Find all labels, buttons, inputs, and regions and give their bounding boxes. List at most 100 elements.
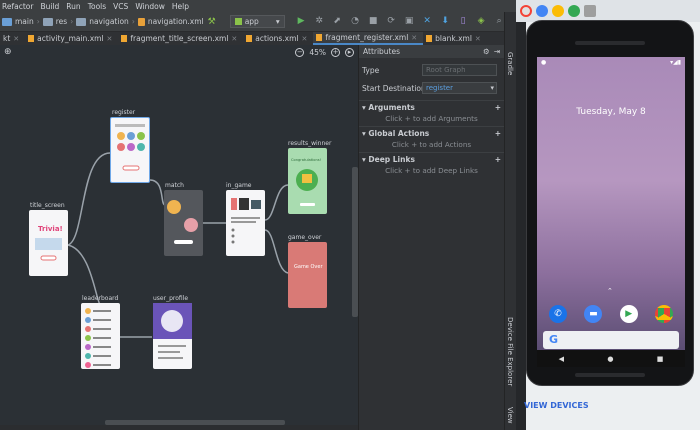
layout-inspector-icon[interactable]: ▣ [405,17,414,26]
emulator-screen[interactable]: ● ▾◢▮ Tuesday, May 8 ⌃ ✆ ▬ ▶ G ◀ ● ■ [537,57,685,367]
tab-blank[interactable]: blank.xml ✕ [423,32,487,45]
hammer-icon[interactable]: ⚒ [208,17,216,27]
destination-match[interactable] [164,190,203,256]
run-configuration-select[interactable]: app ▾ [229,15,285,28]
gradle-tool-button[interactable]: Gradle [506,52,514,75]
destination-title-screen[interactable]: Trivia! [29,210,68,276]
messages-app-icon[interactable]: ▬ [584,305,603,323]
type-field[interactable]: Root Graph [422,64,497,76]
play-store-icon[interactable]: ▶ [619,305,638,323]
chrome-app-icon[interactable] [654,305,673,323]
chevron-down-icon: ▾ [275,17,280,26]
breadcrumb-separator: › [131,17,135,26]
hide-icon[interactable]: ⇥ [494,47,500,56]
android-icon[interactable]: ◈ [477,17,486,26]
close-icon[interactable]: ✕ [302,35,308,43]
battery-icon: ▾◢▮ [670,59,681,66]
deep-links-section: ▾ Deep Links + Click + to add Deep Links [359,152,504,178]
breadcrumb-separator: › [70,17,74,26]
menu-refactor[interactable]: Refactor [2,2,33,11]
attributes-panel: Attributes ⚙ ⇥ Type Root Graph Start Des… [358,45,504,430]
structure-icon[interactable]: ✕ [423,17,432,26]
tab-activity-main[interactable]: activity_main.xml ✕ [25,32,118,45]
section-title-arguments[interactable]: ▾ Arguments [362,103,415,112]
breadcrumb-navigation[interactable]: navigation [89,17,129,26]
tab-label: actions.xml [255,34,299,43]
phone-app-icon[interactable]: ✆ [549,305,567,323]
chevron-up-icon[interactable]: ⌃ [607,287,613,295]
type-label: Type [362,65,380,75]
start-destination-select[interactable]: register [422,82,497,94]
view-devices-link[interactable]: VIEW DEVICES [524,401,589,410]
menu-run[interactable]: Run [66,2,80,11]
tab-label: kt [3,34,11,43]
attributes-title: Attributes [363,47,401,56]
add-argument-button[interactable]: + [495,103,501,112]
breadcrumb-main[interactable]: main [15,17,34,26]
menu-window[interactable]: Window [135,2,165,11]
tab-kt[interactable]: kt ✕ [0,32,25,45]
avd-manager-icon[interactable]: ▯ [459,17,468,26]
home-icon[interactable]: ● [607,355,613,363]
breadcrumb-res[interactable]: res [56,17,67,26]
stop-icon[interactable]: ■ [369,17,378,26]
tab-fragment-title-screen[interactable]: fragment_title_screen.xml ✕ [118,32,243,45]
record-icon[interactable] [520,5,532,17]
run-icon[interactable]: ▶ [297,17,306,26]
destination-label-results-winner: results_winner [288,140,332,147]
android-emulator: ● ▾◢▮ Tuesday, May 8 ⌃ ✆ ▬ ▶ G ◀ ● ■ [526,20,694,386]
breadcrumb-navigation-xml[interactable]: navigation.xml [148,17,204,26]
tab-fragment-register[interactable]: fragment_register.xml ✕ [313,32,424,45]
menu-build[interactable]: Build [40,2,59,11]
tab-actions[interactable]: actions.xml ✕ [243,32,313,45]
destination-in-game[interactable] [226,190,265,256]
add-deep-link-button[interactable]: + [495,155,501,164]
xml-file-icon [137,17,145,26]
tab-label: fragment_title_screen.xml [130,34,229,43]
leaderboard-screen-preview [85,308,111,368]
lockscreen-date: Tuesday, May 8 [576,107,646,117]
close-icon[interactable]: ✕ [107,35,113,43]
add-action-button[interactable]: + [495,129,501,138]
debug-icon[interactable]: ✲ [315,17,324,26]
bookmark-icon[interactable] [584,5,596,17]
gear-icon[interactable]: ⚙ [483,47,490,56]
close-icon[interactable]: ✕ [475,35,481,43]
google-search-bar[interactable]: G [543,331,679,349]
destination-game-over[interactable]: Game Over [288,242,327,308]
device-file-explorer-button[interactable]: Device File Explorer [506,317,514,386]
sdk-manager-icon[interactable]: ⬇ [441,17,450,26]
arguments-hint: Click + to add Arguments [385,114,478,123]
search-icon[interactable]: ⌕ [495,17,504,26]
view-tool-button[interactable]: View [506,407,514,424]
sync-icon[interactable] [568,5,580,17]
drive-icon[interactable] [536,5,548,17]
recents-icon[interactable]: ■ [657,355,664,363]
editor-tabs: kt ✕ activity_main.xml ✕ fragment_title_… [0,32,516,45]
menu-tools[interactable]: Tools [88,2,106,11]
destination-results-winner[interactable]: Congratulations! [288,148,327,214]
close-icon[interactable]: ✕ [411,34,417,42]
type-row: Type Root Graph [359,62,504,78]
sync-icon[interactable]: ⟳ [387,17,396,26]
back-icon[interactable]: ◀ [559,355,564,363]
destination-label-match: match [165,182,184,189]
section-title-deep-links[interactable]: ▾ Deep Links [362,155,415,164]
menu-help[interactable]: Help [172,2,189,11]
register-screen-preview [115,124,145,171]
profiler-icon[interactable]: ◔ [351,17,360,26]
horizontal-scrollbar[interactable] [105,420,285,425]
close-icon[interactable]: ✕ [13,35,19,43]
close-icon[interactable]: ✕ [231,35,237,43]
menu-vcs[interactable]: VCS [113,2,128,11]
attach-icon[interactable]: ⬈ [333,17,342,26]
toolbar-icons: ▶ ✲ ⬈ ◔ ■ ⟳ ▣ ✕ ⬇ ▯ ◈ ⌕ ▦ [297,17,522,26]
destination-user-profile[interactable] [153,303,192,369]
extension-icon[interactable] [552,5,564,17]
destination-leaderboard[interactable] [81,303,120,369]
menu-bar: Refactor Build Run Tools VCS Window Help [0,0,516,12]
navigation-graph-editor[interactable]: ⊕ − 45% + ▸ register title_screen Trivia… [0,45,358,425]
destination-register[interactable] [110,117,150,183]
section-title-global-actions[interactable]: ▾ Global Actions [362,129,429,138]
start-destination-row: Start Destination register [359,80,504,96]
